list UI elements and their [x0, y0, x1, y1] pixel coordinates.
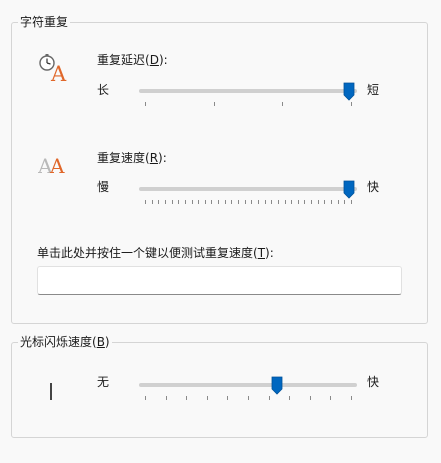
- slider-tick: [291, 200, 293, 204]
- character-repeat-title: 字符重复: [18, 15, 71, 29]
- slider-tick: [271, 200, 273, 204]
- slider-tick: [186, 396, 188, 400]
- slider-tick: [331, 200, 333, 204]
- slider-tick: [191, 200, 193, 204]
- text-cursor-icon: [50, 383, 52, 400]
- repeat-rate-slider[interactable]: [139, 178, 357, 208]
- slider-tick: [204, 200, 206, 204]
- slider-tick: [151, 200, 153, 204]
- slider-track[interactable]: [139, 383, 357, 387]
- slider-tick: [344, 200, 346, 204]
- slider-tick: [277, 200, 279, 204]
- slider-tick: [218, 200, 220, 204]
- slider-tick: [284, 200, 286, 204]
- cursor-blink-title: 光标闪烁速度(B): [18, 335, 112, 349]
- slider-track[interactable]: [139, 89, 357, 93]
- cursor-blink-slider[interactable]: [139, 374, 357, 404]
- test-area-label: 单击此处并按住一个键以便测试重复速度(T):: [37, 246, 274, 260]
- slider-tick: [213, 102, 215, 106]
- slider-tick: [337, 200, 339, 204]
- cursor-blink-max-label: 快: [367, 375, 380, 389]
- slider-thumb[interactable]: [343, 180, 355, 199]
- slider-thumb[interactable]: [343, 82, 355, 101]
- test-mnemonic: T: [257, 246, 266, 260]
- cursor-blink-title-suffix: ): [104, 335, 110, 349]
- slider-tick: [198, 200, 200, 204]
- slider-tick: [264, 200, 266, 204]
- slider-tick: [178, 200, 180, 204]
- repeat-test-input[interactable]: [37, 266, 402, 295]
- repeat-rate-label-prefix: 重复速度(: [97, 151, 150, 165]
- slider-tick: [282, 102, 284, 106]
- slider-tick: [231, 200, 233, 204]
- slider-tick: [251, 200, 253, 204]
- repeat-delay-max-label: 短: [367, 83, 380, 97]
- slider-tick: [351, 396, 352, 400]
- slider-tick: [330, 396, 332, 400]
- slider-tick: [297, 200, 299, 204]
- double-a-icon: A A: [37, 149, 70, 178]
- slider-tick: [171, 200, 173, 204]
- slider-tick: [211, 200, 213, 204]
- cursor-blink-min-label: 无: [97, 375, 110, 389]
- repeat-delay-slider[interactable]: [139, 80, 357, 110]
- slider-tick: [351, 102, 352, 106]
- slider-tick: [145, 102, 146, 106]
- slider-tick: [164, 200, 166, 204]
- slider-tick: [317, 200, 319, 204]
- repeat-delay-label-prefix: 重复延迟(: [97, 53, 150, 67]
- slider-tick: [289, 396, 291, 400]
- slider-ticks: [139, 396, 357, 402]
- cursor-blink-mnemonic: B: [96, 335, 105, 349]
- test-label-prefix: 单击此处并按住一个键以便测试重复速度(: [37, 246, 258, 260]
- repeat-delay-min-label: 长: [97, 83, 110, 97]
- slider-tick: [268, 396, 270, 400]
- slider-tick: [248, 396, 249, 400]
- slider-tick: [324, 200, 326, 204]
- repeat-rate-label-suffix: ):: [158, 151, 167, 165]
- repeat-rate-min-label: 慢: [97, 180, 110, 194]
- slider-track[interactable]: [139, 187, 357, 191]
- slider-ticks: [139, 200, 357, 206]
- slider-tick: [238, 200, 240, 204]
- slider-tick: [184, 200, 186, 204]
- slider-tick: [351, 200, 352, 204]
- repeat-rate-max-label: 快: [367, 180, 380, 194]
- slider-tick: [309, 396, 311, 400]
- svg-text:A: A: [49, 154, 65, 177]
- slider-tick: [165, 396, 167, 400]
- repeat-rate-label: 重复速度(R):: [97, 151, 167, 165]
- slider-tick: [145, 200, 146, 204]
- repeat-delay-label: 重复延迟(D):: [97, 53, 168, 67]
- slider-tick: [311, 200, 313, 204]
- slider-tick: [304, 200, 306, 204]
- slider-tick: [227, 396, 229, 400]
- test-label-suffix: ):: [265, 246, 274, 260]
- slider-tick: [244, 200, 246, 204]
- slider-tick: [158, 200, 160, 204]
- slider-tick: [206, 396, 208, 400]
- repeat-delay-mnemonic: D: [149, 53, 159, 67]
- svg-text:A: A: [50, 62, 67, 83]
- cursor-blink-title-prefix: 光标闪烁速度(: [20, 335, 97, 349]
- slider-ticks: [139, 102, 357, 108]
- slider-thumb[interactable]: [271, 376, 283, 395]
- repeat-rate-mnemonic: R: [149, 151, 159, 165]
- repeat-delay-label-suffix: ):: [158, 53, 168, 67]
- slider-tick: [145, 396, 146, 400]
- clock-a-icon: A: [38, 53, 68, 86]
- slider-tick: [224, 200, 226, 204]
- slider-tick: [257, 200, 259, 204]
